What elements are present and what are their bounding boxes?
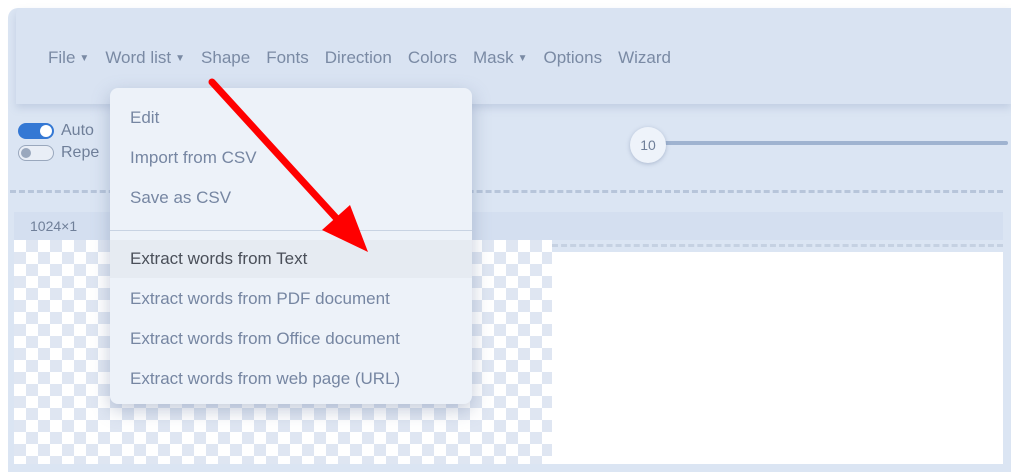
menu-item-edit[interactable]: Edit <box>130 108 159 128</box>
auto-toggle-label: Auto <box>61 122 94 139</box>
repeat-toggle-row[interactable]: Repe <box>18 144 99 162</box>
chevron-down-icon: ▼ <box>517 52 528 64</box>
menu-fonts[interactable]: Fonts <box>266 48 309 68</box>
menu-colors-label: Colors <box>407 48 457 67</box>
word-list-dropdown: Edit Import from CSV Save as CSV Extract… <box>110 88 472 404</box>
menu-word-list-label: Word list <box>105 48 172 67</box>
menu-direction[interactable]: Direction <box>325 48 392 68</box>
menu-item-extract-text[interactable]: Extract words from Text <box>130 249 307 269</box>
menu-word-list[interactable]: Word list ▼ <box>105 48 185 68</box>
canvas-border <box>552 244 1003 247</box>
menu-item-import-csv[interactable]: Import from CSV <box>130 148 257 168</box>
slider-knob[interactable]: 10 <box>630 127 666 163</box>
chevron-down-icon: ▼ <box>175 52 186 64</box>
auto-toggle-row[interactable]: Auto <box>18 122 94 140</box>
repeat-toggle[interactable] <box>18 145 54 161</box>
menu-file-label: File <box>48 48 76 67</box>
repeat-toggle-label: Repe <box>61 144 100 161</box>
menu-item-extract-url[interactable]: Extract words from web page (URL) <box>130 369 400 389</box>
menu-file[interactable]: File ▼ <box>48 48 89 68</box>
auto-toggle[interactable] <box>18 123 54 139</box>
canvas-preview <box>552 252 1003 464</box>
slider-value: 10 <box>640 137 656 153</box>
menu-options-label: Options <box>543 48 603 67</box>
menu-options[interactable]: Options <box>543 48 602 68</box>
menu-shape[interactable]: Shape <box>201 48 250 68</box>
menu-wizard-label: Wizard <box>618 48 671 67</box>
menu-item-save-csv[interactable]: Save as CSV <box>130 188 231 208</box>
menu-direction-label: Direction <box>324 48 392 67</box>
menu-fonts-label: Fonts <box>266 48 309 67</box>
menu-divider <box>110 230 472 231</box>
menu-item-extract-pdf[interactable]: Extract words from PDF document <box>130 289 390 309</box>
menu-item-extract-office[interactable]: Extract words from Office document <box>130 329 400 349</box>
chevron-down-icon: ▼ <box>79 52 90 64</box>
menu-mask-label: Mask <box>472 48 514 67</box>
canvas-size-label: 1024×1 <box>30 218 78 234</box>
menu-shape-label: Shape <box>201 48 251 67</box>
slider-track[interactable] <box>658 141 1008 145</box>
menu-mask[interactable]: Mask ▼ <box>473 48 528 68</box>
menu-colors[interactable]: Colors <box>408 48 457 68</box>
menu-wizard[interactable]: Wizard <box>618 48 671 68</box>
menu-items: File ▼ Word list ▼ Shape Fonts Direction… <box>48 48 671 68</box>
